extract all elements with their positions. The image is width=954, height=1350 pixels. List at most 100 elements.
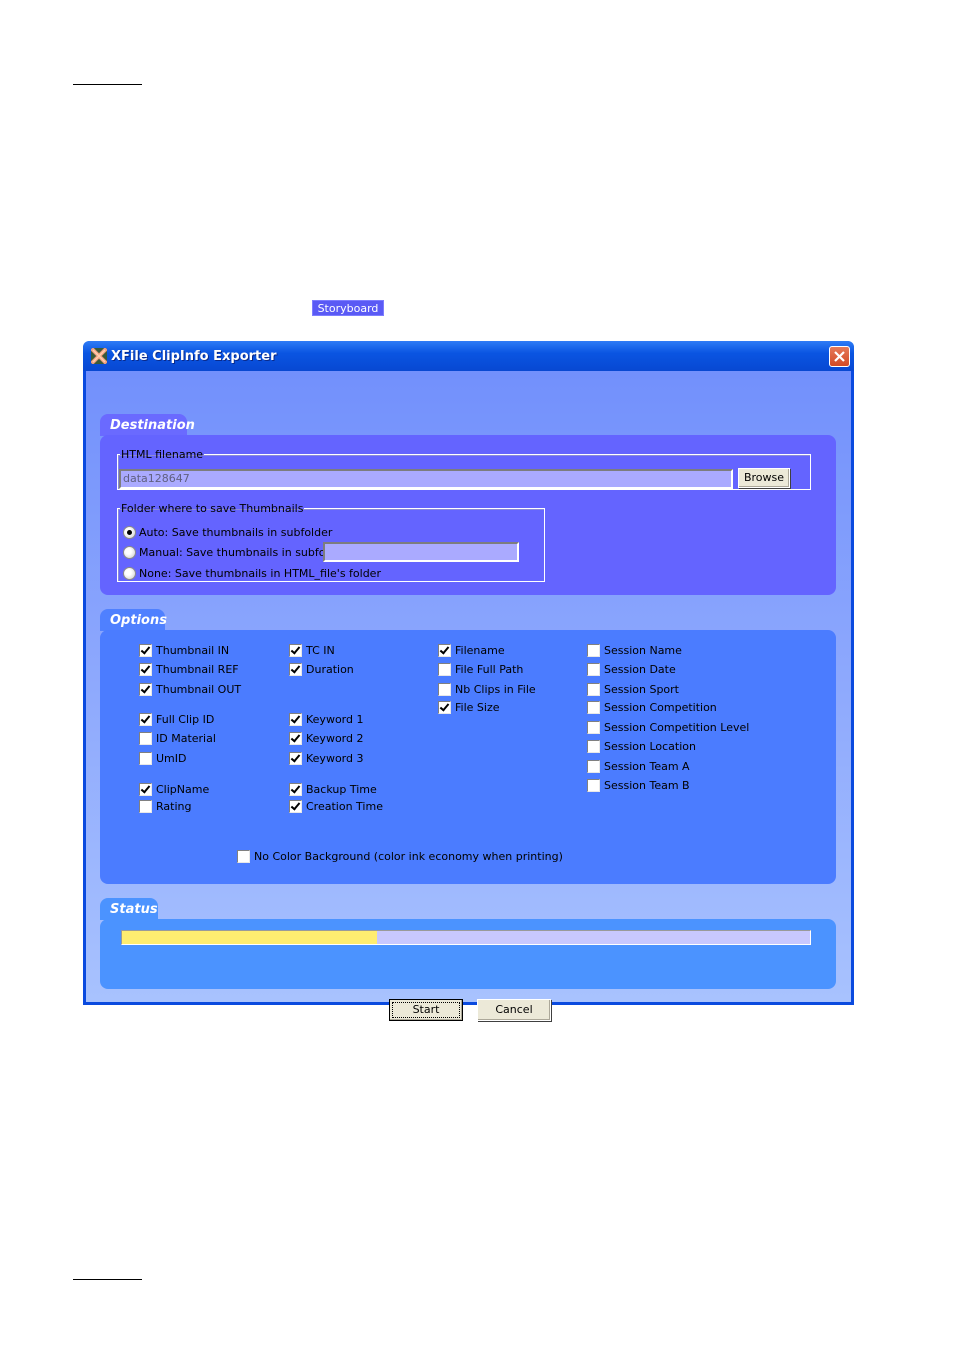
checkbox[interactable] [237,849,250,863]
option-full-clip-id[interactable]: Full Clip ID [139,711,214,727]
option-session-competition[interactable]: Session Competition [587,699,717,715]
checkbox[interactable] [587,778,600,792]
option-tc-in[interactable]: TC IN [289,642,335,658]
checkbox-label: Filename [455,643,505,657]
checkbox[interactable] [139,712,152,726]
checkbox[interactable] [289,643,302,657]
radio-button[interactable] [123,525,136,539]
option-session-team-a[interactable]: Session Team A [587,758,690,774]
checkbox[interactable] [139,731,152,745]
status-tab: Status [100,898,158,920]
checkbox[interactable] [587,700,600,714]
start-button[interactable]: Start [389,999,463,1021]
radio-label: Auto: Save thumbnails in subfolder [139,525,333,539]
checkbox[interactable] [587,759,600,773]
checkbox[interactable] [587,662,600,676]
option-thumbnail-in[interactable]: Thumbnail IN [139,642,229,658]
title-bar[interactable]: XFile ClipInfo Exporter [83,341,854,371]
options-tab: Options [100,609,167,631]
checkbox[interactable] [587,643,600,657]
export-progress-bar [121,930,811,945]
checkbox[interactable] [289,799,302,813]
destination-tab: Destination [100,414,195,436]
exporter-window: XFile ClipInfo Exporter Destination HTML… [83,341,854,1021]
cancel-button[interactable]: Cancel [477,999,551,1021]
checkbox[interactable] [587,720,600,734]
checkbox-label: Session Competition [604,700,717,714]
checkbox-label: Rating [156,799,192,813]
option-rating[interactable]: Rating [139,798,191,814]
checkbox[interactable] [289,712,302,726]
option-file-full-path[interactable]: File Full Path [438,661,523,677]
option-duration[interactable]: Duration [289,661,354,677]
checkbox-label: Duration [306,662,354,676]
option-session-date[interactable]: Session Date [587,661,676,677]
checkbox-label: Thumbnail OUT [156,682,242,696]
header-rule [73,84,142,85]
option-thumbnail-ref[interactable]: Thumbnail REF [139,661,239,677]
radio-manual[interactable]: Manual: Save thumbnails in subfolder [123,544,347,560]
checkbox-label: File Size [455,700,500,714]
checkbox-label: Creation Time [306,799,383,813]
radio-auto[interactable]: Auto: Save thumbnails in subfolder [123,524,332,540]
option-nb-clips-in-file[interactable]: Nb Clips in File [438,681,536,697]
option-backup-time[interactable]: Backup Time [289,781,377,797]
checkbox[interactable] [438,643,451,657]
option-keyword-1[interactable]: Keyword 1 [289,711,363,727]
option-keyword-3[interactable]: Keyword 3 [289,750,363,766]
browse-button[interactable]: Browse [738,468,790,488]
checkbox[interactable] [587,682,600,696]
checkbox-label: Session Team B [604,778,690,792]
thumbnail-folder-fieldset: Folder where to save Thumbnails Auto: Sa… [117,502,545,582]
option-umid[interactable]: UmID [139,750,186,766]
thumbnail-folder-legend: Folder where to save Thumbnails [121,502,304,515]
option-session-competition-level[interactable]: Session Competition Level [587,719,749,735]
option-id-material[interactable]: ID Material [139,730,216,746]
option-keyword-2[interactable]: Keyword 2 [289,730,363,746]
html-filename-input[interactable]: data128647 [119,469,733,489]
checkbox-label: ID Material [156,731,216,745]
checkbox[interactable] [139,799,152,813]
radio-button[interactable] [123,566,136,580]
checkbox[interactable] [438,700,451,714]
checkbox[interactable] [139,782,152,796]
checkbox[interactable] [139,643,152,657]
checkbox-label: Keyword 1 [306,712,364,726]
option-creation-time[interactable]: Creation Time [289,798,383,814]
close-button[interactable] [829,345,850,367]
option-session-sport[interactable]: Session Sport [587,681,679,697]
option-thumbnail-out[interactable]: Thumbnail OUT [139,681,241,697]
option-session-team-b[interactable]: Session Team B [587,777,690,793]
checkbox-label: Keyword 2 [306,731,364,745]
radio-button[interactable] [123,545,136,559]
close-icon [834,350,845,362]
window-client-area: Destination HTML filename data128647 Bro… [86,371,851,1021]
checkbox-label: No Color Background (color ink economy w… [254,849,563,863]
manual-subfolder-input[interactable] [323,542,519,562]
checkbox-label: Session Sport [604,682,679,696]
checkbox[interactable] [289,731,302,745]
option-session-location[interactable]: Session Location [587,738,696,754]
checkbox[interactable] [289,751,302,765]
no-color-background-checkbox-row[interactable]: No Color Background (color ink economy w… [237,848,563,864]
option-filename[interactable]: Filename [438,642,505,658]
checkbox-label: Thumbnail IN [156,643,230,657]
checkbox[interactable] [438,662,451,676]
checkbox[interactable] [139,751,152,765]
option-session-name[interactable]: Session Name [587,642,682,658]
radio-none[interactable]: None: Save thumbnails in HTML_file's fol… [123,565,381,581]
option-clipname[interactable]: ClipName [139,781,209,797]
checkbox[interactable] [289,662,302,676]
option-file-size[interactable]: File Size [438,699,499,715]
checkbox-label: Session Name [604,643,682,657]
checkbox-label: Session Date [604,662,676,676]
checkbox[interactable] [139,662,152,676]
checkbox[interactable] [587,739,600,753]
checkbox[interactable] [139,682,152,696]
checkbox[interactable] [289,782,302,796]
options-group: No Color Background (color ink economy w… [100,630,836,884]
checkbox[interactable] [438,682,451,696]
checkbox-label: Backup Time [306,782,377,796]
status-group [100,919,836,989]
checkbox-label: ClipName [156,782,210,796]
